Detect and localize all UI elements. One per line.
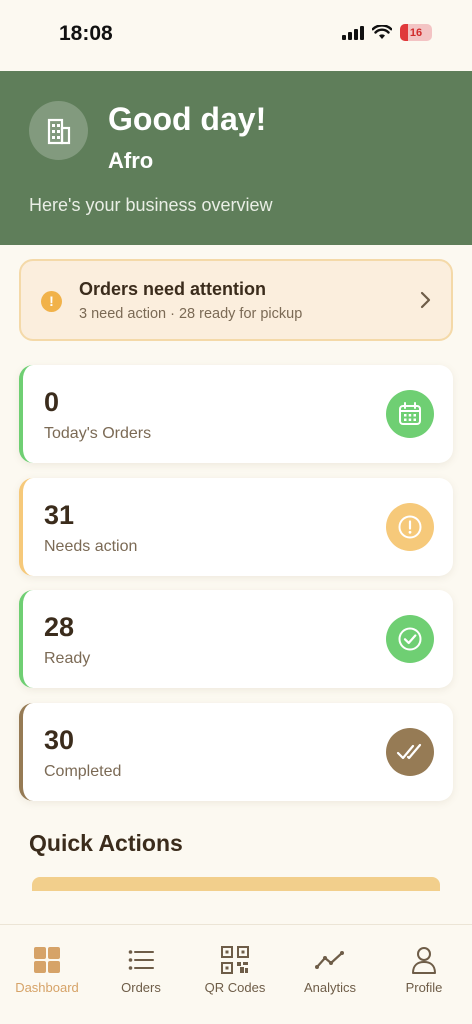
stat-card-ready[interactable]: 28 Ready [19,590,453,688]
business-avatar [29,101,88,160]
status-time: 18:08 [59,22,113,45]
overview-subtitle: Here's your business overview [29,195,273,215]
tab-qr-codes[interactable]: QR Codes [188,945,282,995]
welcome-header: Good day! Afro Here's your business over… [0,71,472,245]
stat-value: 30 [44,725,75,755]
battery-icon: 16 [400,24,432,41]
stat-label: Today's Orders [44,425,152,442]
tab-orders[interactable]: Orders [94,945,188,995]
stat-card-completed[interactable]: 30 Completed [19,703,453,801]
orders-attention-banner[interactable]: ! Orders need attention 3 need action · … [19,259,453,341]
chevron-right-icon [420,291,431,309]
list-icon [128,945,154,975]
chart-line-icon [315,945,345,975]
tab-profile[interactable]: Profile [377,945,471,995]
qr-code-icon [221,945,249,975]
alert-subtitle: 3 need action · 28 ready for pickup [79,306,303,322]
stat-label: Ready [44,650,91,667]
wifi-icon [372,25,392,39]
tab-label: QR Codes [204,980,266,995]
greeting-title: Good day! [108,101,267,137]
stat-label: Completed [44,763,122,780]
grid-icon [33,945,61,975]
building-icon [47,118,70,144]
business-name: Afro [108,148,154,173]
check-circle-icon [386,615,434,663]
tab-label: Dashboard [15,980,79,995]
stat-value: 28 [44,612,75,642]
exclamation-icon: ! [41,291,62,312]
bottom-tab-bar: Dashboard Orders QR Codes Analytics Prof… [0,924,472,1024]
status-bar: 18:08 16 [0,0,472,71]
stat-value: 31 [44,500,75,530]
tab-label: Orders [121,980,161,995]
stat-value: 0 [44,387,60,417]
person-icon [411,945,437,975]
quick-action-card[interactable] [32,877,440,891]
status-icons: 16 [342,24,432,41]
double-check-icon [386,728,434,776]
stat-card-todays-orders[interactable]: 0 Today's Orders [19,365,453,463]
signal-icon [342,25,364,40]
battery-level: 16 [409,26,423,39]
calendar-icon [386,390,434,438]
stat-label: Needs action [44,538,138,555]
tab-label: Profile [405,980,443,995]
quick-actions-title: Quick Actions [29,830,183,856]
tab-label: Analytics [303,980,357,995]
tab-analytics[interactable]: Analytics [283,945,377,995]
tab-dashboard[interactable]: Dashboard [0,945,94,995]
alert-circle-icon [386,503,434,551]
alert-title: Orders need attention [79,279,267,299]
stat-card-needs-action[interactable]: 31 Needs action [19,478,453,576]
